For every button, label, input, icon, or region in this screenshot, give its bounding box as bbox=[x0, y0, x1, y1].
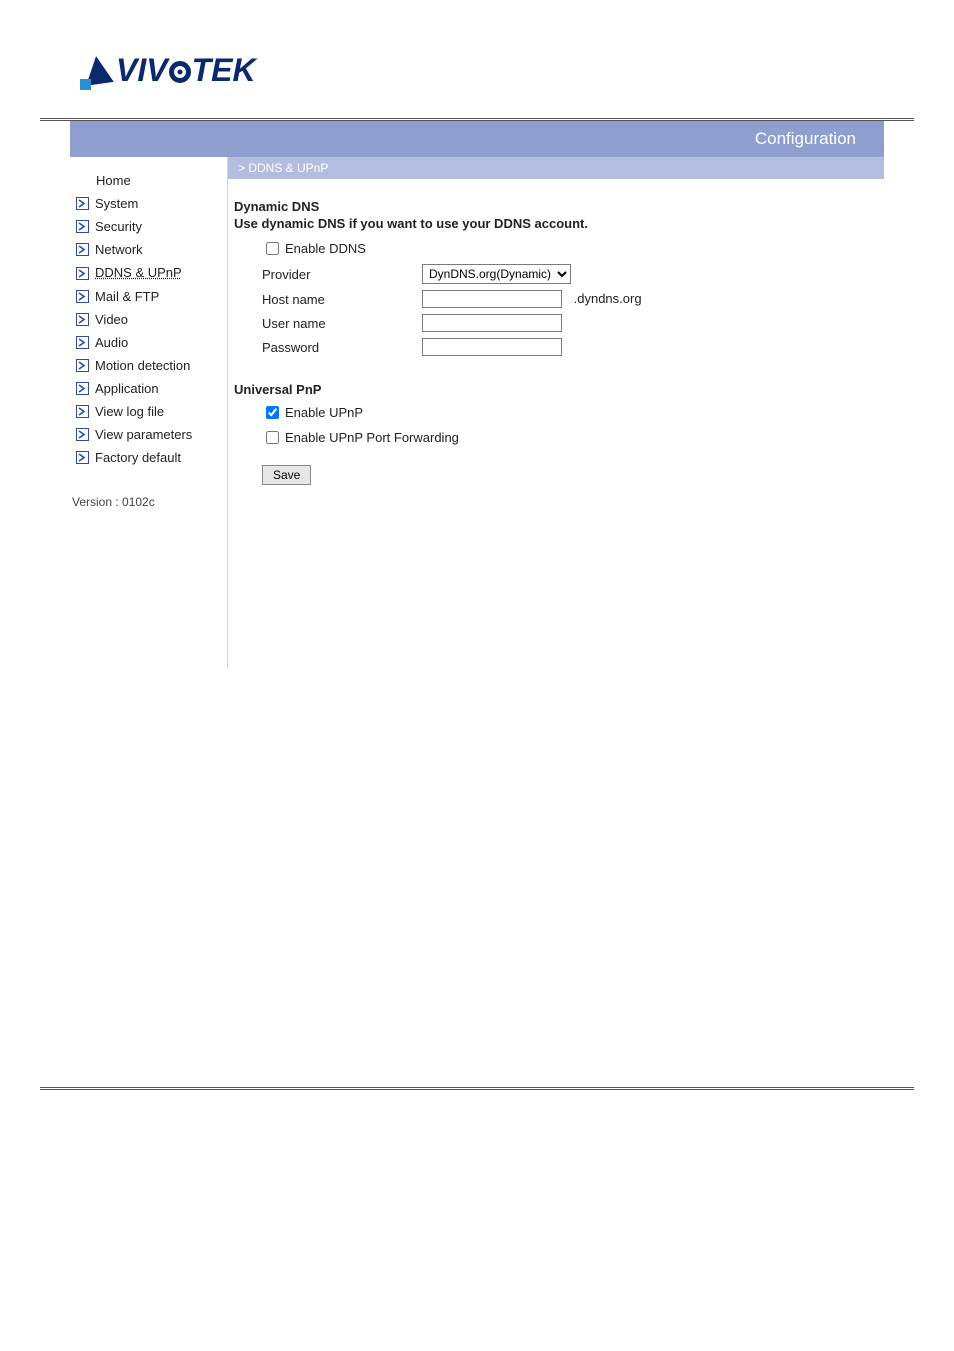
save-button[interactable]: Save bbox=[262, 465, 311, 485]
hostname-suffix: .dyndns.org bbox=[574, 291, 642, 306]
ddns-heading: Dynamic DNS bbox=[234, 199, 878, 214]
sidebar-item-label: DDNS & UPnP bbox=[95, 265, 182, 281]
sidebar-item-security[interactable]: Security bbox=[70, 215, 227, 238]
provider-row: Provider DynDNS.org(Dynamic) bbox=[262, 264, 878, 284]
config-panel: Configuration Home System Security Network… bbox=[70, 121, 884, 667]
enable-upnp-row[interactable]: Enable UPnP bbox=[262, 403, 878, 422]
version-label: Version : 0102c bbox=[72, 495, 227, 509]
arrow-right-icon bbox=[76, 243, 89, 256]
sidebar-item-system[interactable]: System bbox=[70, 192, 227, 215]
sidebar-item-ddns-upnp[interactable]: DDNS & UPnP bbox=[70, 261, 227, 285]
enable-upnp-portfwd-row[interactable]: Enable UPnP Port Forwarding bbox=[262, 428, 878, 447]
password-row: Password bbox=[262, 338, 878, 356]
logo-mark-icon bbox=[80, 50, 112, 90]
enable-upnp-checkbox[interactable] bbox=[266, 406, 279, 419]
hostname-input[interactable] bbox=[422, 290, 562, 308]
username-label: User name bbox=[262, 316, 422, 331]
password-input[interactable] bbox=[422, 338, 562, 356]
sidebar: Home System Security Network DDNS & UPnP Mai… bbox=[70, 157, 228, 667]
sidebar-item-motion-detection[interactable]: Motion detection bbox=[70, 354, 227, 377]
arrow-right-icon bbox=[76, 313, 89, 326]
arrow-right-icon bbox=[76, 428, 89, 441]
provider-select[interactable]: DynDNS.org(Dynamic) bbox=[422, 264, 571, 284]
arrow-right-icon bbox=[76, 267, 89, 280]
sidebar-item-label: View parameters bbox=[95, 427, 192, 442]
topbar: Configuration bbox=[70, 121, 884, 157]
sidebar-item-factory-default[interactable]: Factory default bbox=[70, 446, 227, 469]
enable-ddns-label: Enable DDNS bbox=[285, 241, 366, 256]
brand-name: VIVTEK bbox=[116, 52, 256, 89]
divider-bottom bbox=[40, 1087, 914, 1090]
arrow-right-icon bbox=[76, 405, 89, 418]
arrow-right-icon bbox=[76, 197, 89, 210]
password-label: Password bbox=[262, 340, 422, 355]
arrow-right-icon bbox=[76, 359, 89, 372]
breadcrumb: > DDNS & UPnP bbox=[228, 157, 884, 179]
brand-logo: VIVTEK bbox=[80, 50, 914, 90]
provider-label: Provider bbox=[262, 267, 422, 282]
hostname-label: Host name bbox=[262, 292, 422, 307]
username-input[interactable] bbox=[422, 314, 562, 332]
sidebar-item-label: Mail & FTP bbox=[95, 289, 159, 304]
arrow-right-icon bbox=[76, 290, 89, 303]
enable-upnp-portfwd-checkbox[interactable] bbox=[266, 431, 279, 444]
sidebar-item-network[interactable]: Network bbox=[70, 238, 227, 261]
sidebar-item-label: Home bbox=[96, 173, 131, 188]
sidebar-item-mail-ftp[interactable]: Mail & FTP bbox=[70, 285, 227, 308]
sidebar-item-video[interactable]: Video bbox=[70, 308, 227, 331]
sidebar-item-application[interactable]: Application bbox=[70, 377, 227, 400]
sidebar-item-label: Factory default bbox=[95, 450, 181, 465]
sidebar-item-home[interactable]: Home bbox=[70, 169, 227, 192]
sidebar-item-label: Security bbox=[95, 219, 142, 234]
sidebar-item-label: Video bbox=[95, 312, 128, 327]
hostname-row: Host name .dyndns.org bbox=[262, 290, 878, 308]
sidebar-item-label: System bbox=[95, 196, 138, 211]
enable-upnp-portfwd-label: Enable UPnP Port Forwarding bbox=[285, 430, 459, 445]
arrow-right-icon bbox=[76, 220, 89, 233]
sidebar-item-label: Network bbox=[95, 242, 143, 257]
topbar-title: Configuration bbox=[755, 129, 856, 148]
ddns-subtitle: Use dynamic DNS if you want to use your … bbox=[234, 216, 878, 231]
enable-ddns-checkbox[interactable] bbox=[266, 242, 279, 255]
upnp-heading: Universal PnP bbox=[234, 382, 878, 397]
arrow-right-icon bbox=[76, 336, 89, 349]
sidebar-item-label: View log file bbox=[95, 404, 164, 419]
sidebar-item-label: Application bbox=[95, 381, 159, 396]
enable-upnp-label: Enable UPnP bbox=[285, 405, 363, 420]
username-row: User name bbox=[262, 314, 878, 332]
enable-ddns-row[interactable]: Enable DDNS bbox=[262, 239, 878, 258]
sidebar-item-view-log-file[interactable]: View log file bbox=[70, 400, 227, 423]
sidebar-item-view-parameters[interactable]: View parameters bbox=[70, 423, 227, 446]
arrow-right-icon bbox=[76, 451, 89, 464]
arrow-right-icon bbox=[76, 382, 89, 395]
content: > DDNS & UPnP Dynamic DNS Use dynamic DN… bbox=[228, 157, 884, 667]
sidebar-item-label: Audio bbox=[95, 335, 128, 350]
sidebar-item-label: Motion detection bbox=[95, 358, 190, 373]
sidebar-item-audio[interactable]: Audio bbox=[70, 331, 227, 354]
